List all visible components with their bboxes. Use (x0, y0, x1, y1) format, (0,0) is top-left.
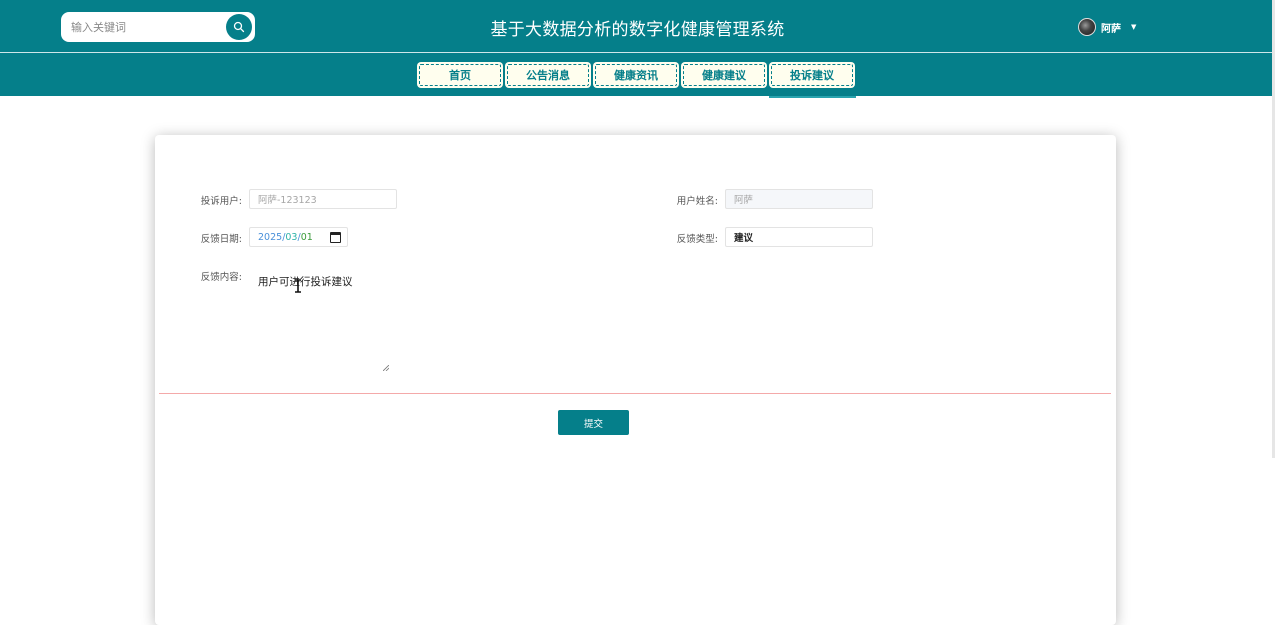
feedback-date-field[interactable]: 2025/03/01 (249, 227, 348, 247)
nav-item-health-news[interactable]: 健康资讯 (593, 62, 679, 88)
feedback-type-select[interactable]: 建议 (725, 227, 873, 247)
submit-button[interactable]: 提交 (558, 410, 629, 435)
user-name: 阿萨 (1101, 23, 1121, 35)
nav-item-announcements[interactable]: 公告消息 (505, 62, 591, 88)
date-month: 03 (285, 231, 298, 243)
nav-item-home[interactable]: 首页 (417, 62, 503, 88)
complaint-form-card: 投诉用户: 阿萨-123123 用户姓名: 阿萨 反馈日期: 2025/03/0… (155, 135, 1116, 625)
feedback-content-text: 用户可进行投诉建议 (258, 276, 353, 288)
date-year: 2025 (258, 231, 283, 243)
avatar (1078, 18, 1096, 36)
resize-handle-icon[interactable] (383, 365, 389, 371)
feedback-type-label: 反馈类型: (676, 234, 718, 245)
main-nav: 首页 公告消息 健康资讯 健康建议 投诉建议 (0, 53, 1275, 96)
form-divider (159, 393, 1111, 394)
feedback-date-label: 反馈日期: (200, 234, 242, 245)
feedback-content-textarea[interactable]: 用户可进行投诉建议 (250, 272, 391, 373)
date-day: 01 (300, 231, 313, 243)
nav-item-complaints[interactable]: 投诉建议 (769, 62, 855, 88)
active-tab-indicator (769, 96, 856, 98)
user-menu[interactable]: 阿萨 ▼ (1078, 18, 1136, 36)
user-name-label: 用户姓名: (676, 196, 718, 207)
complaint-user-field[interactable]: 阿萨-123123 (249, 189, 397, 209)
text-cursor-icon (295, 279, 301, 293)
feedback-content-label: 反馈内容: (200, 272, 242, 283)
caret-down-icon: ▼ (1131, 23, 1137, 31)
nav-item-health-advice[interactable]: 健康建议 (681, 62, 767, 88)
user-name-field: 阿萨 (725, 189, 873, 209)
complaint-user-label: 投诉用户: (200, 196, 242, 207)
calendar-icon[interactable] (330, 232, 341, 243)
top-header: 基于大数据分析的数字化健康管理系统 阿萨 ▼ (0, 0, 1275, 52)
